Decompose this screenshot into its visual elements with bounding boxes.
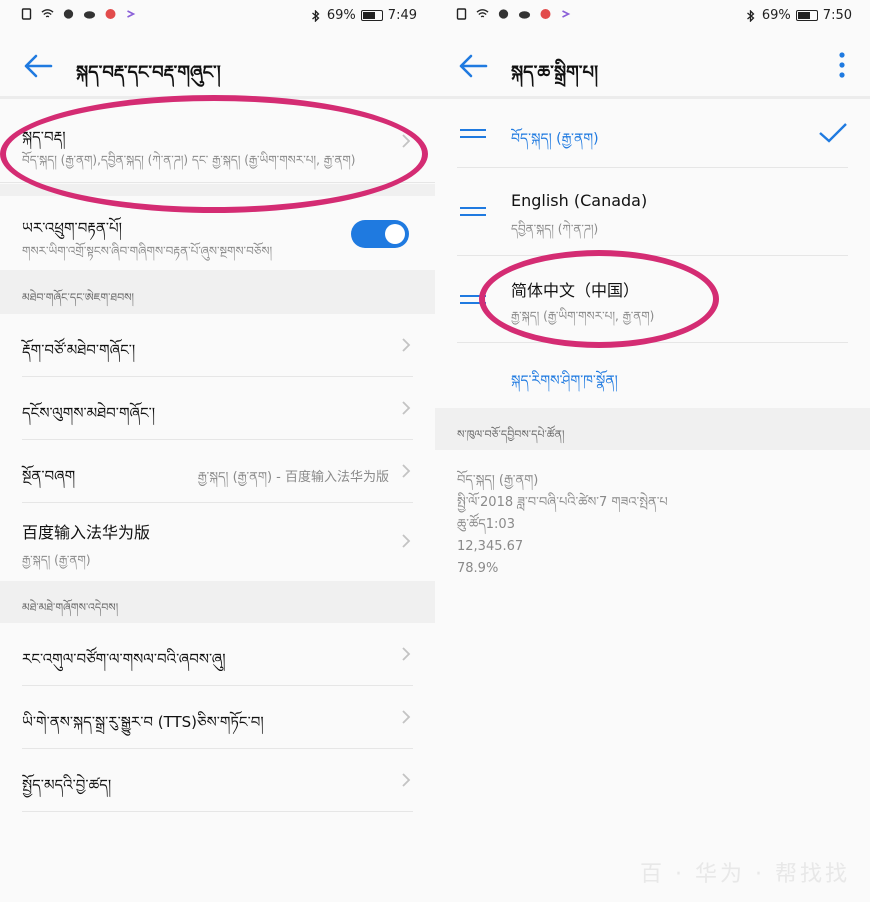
preview-percent: 78.9% [457,561,499,576]
weather-icon [518,11,531,19]
chevron-right-icon [402,534,411,548]
chevron-right-icon [402,134,411,148]
chevron-right-icon [402,401,411,415]
battery-icon [795,10,818,21]
app-notify-icon [105,9,116,19]
clock: 7:50 [822,8,852,23]
drag-handle-icon[interactable] [460,205,486,219]
preview-language: བོད་སྐད། (རྒྱ་ནག) [457,473,539,488]
pointer-speed-row[interactable]: སྤྱོད་མདའི་བྱེ་ཚད། [22,749,413,812]
language-item-english[interactable]: English (Canada) དབྱིན་སྐད། (ཀེ་ན་ཌ།) [457,168,848,256]
battery-percent: 69% [326,8,356,23]
weather-icon [83,11,96,19]
status-bar: 69% 7:49 [0,0,435,32]
physical-keyboard-row[interactable]: དངོས་ལུགས་མཐེབ་གཞོང་། [22,377,413,440]
preview-date: སྤྱི་ལོ་2018 ཟླ་བ་བཞི་པའི་ཚེས་7 གཟའ་སྤེན… [457,495,668,510]
battery-icon [360,10,383,21]
chevron-right-icon [402,464,411,478]
more-section-header: མཐེ་མཐེ་གཞོགས་འདེབས། [0,581,435,623]
keyboard-row[interactable]: རྡོག་བཙོ་མཐེབ་གཞོང་། [22,314,413,377]
keyboard-section-header: མཐེབ་གཞོང་དང་ཨེཇག་ཐབས། [0,270,435,314]
notification-icon [21,8,32,20]
preview-number: 12,345.67 [457,539,524,554]
bluetooth-icon [746,9,755,22]
language-item-tibetan[interactable]: བོད་སྐད། (རྒྱ་ནག) [457,99,848,168]
huawei-icon [498,9,509,19]
add-language-link[interactable]: སྐད་རིགས་ཤིག་ཁ་སྣོན། [511,364,618,404]
format-preview: བོད་སྐད། (རྒྱ་ནག) སྤྱི་ལོ་2018 ཟླ་བ་བཞི་… [457,470,668,580]
right-screen: 69% 7:50 སྐད་ཆ་སྒྲིག་པ། བོད་སྐད། (རྒྱ་ནག… [435,0,870,902]
back-arrow-icon[interactable] [22,52,54,80]
app-bar: སྐད་ཆ་སྒྲིག་པ། [435,36,870,96]
chevron-right-icon [402,338,411,352]
app-bar: སྐད་བརྡ་དང་བརྡ་གཞུང་། [0,36,435,96]
default-input-value: རྒྱ་སྐད། (རྒྱ་ནག) - 百度输入法华为版 [197,470,389,485]
drag-handle-icon[interactable] [460,293,486,307]
tts-row[interactable]: ཡི་གེ་ནས་སྐད་སྒྲ་རུ་སྒྱུར་བ (TTS)ཅིས་གཏོ… [22,686,413,749]
more-vertical-icon[interactable] [834,50,850,82]
battery-percent: 69% [761,8,791,23]
preview-section-header: ས་ཁུལ་བཅོ་དབྱིབས་དཔེ་ཚོན། [435,408,870,450]
status-bar: 69% 7:50 [435,0,870,32]
preview-time: ཆུ་ཚོད1:03 [457,517,515,532]
autofill-row[interactable]: རང་འགུལ་བཙོག་ལ་གསལ་བའི་ཞབས་ཞུ། [22,623,413,686]
default-input-row[interactable]: སྔོན་བཞག རྒྱ་སྐད། (རྒྱ་ནག) - 百度输入法华为版 [22,440,413,503]
chevron-right-icon [402,773,411,787]
regional-toggle[interactable] [351,220,409,248]
arrow-notify-icon [562,10,571,18]
left-screen: 69% 7:49 སྐད་བརྡ་དང་བརྡ་གཞུང་། སྐད་བརྡ། … [0,0,435,902]
back-arrow-icon[interactable] [457,52,489,80]
drag-handle-icon[interactable] [460,127,486,141]
chevron-right-icon [402,647,411,661]
arrow-notify-icon [127,10,136,18]
wifi-icon [41,9,54,18]
chevron-right-icon [402,710,411,724]
watermark: 百 · 华为 · 帮找找 [640,862,850,887]
language-row[interactable]: སྐད་བརྡ། བོད་སྐད། (རྒྱ་ནག),དབྱིན་སྐད། (ཀ… [0,99,435,183]
check-icon [819,123,847,143]
regional-row-sub: གསར་ཡིག་འགྲོ་སྟངས་ཞིབ་གཞིགས་བརྟན་པོ་ཞུས་… [22,244,273,258]
clock: 7:49 [387,8,417,23]
baidu-input-row[interactable]: 百度输入法华为版 རྒྱ་སྐད། (རྒྱ་ནག) [22,503,413,581]
language-item-chinese[interactable]: 简体中文（中国） རྒྱ་སྐད། (རྒྱ་ཡིག་གསར་པ།, རྒྱ་ན… [457,256,848,343]
huawei-icon [63,9,74,19]
wifi-icon [476,9,489,18]
notification-icon [456,8,467,20]
language-row-sub: བོད་སྐད། (རྒྱ་ནག),དབྱིན་སྐད། (ཀེ་ན་ཌ།) ད… [22,153,356,167]
regional-row[interactable]: ཡར་འཕྲུག་བརྟན་པོ། གསར་ཡིག་འགྲོ་སྟངས་ཞིབ་… [0,196,435,270]
bluetooth-icon [311,9,320,22]
app-notify-icon [540,9,551,19]
